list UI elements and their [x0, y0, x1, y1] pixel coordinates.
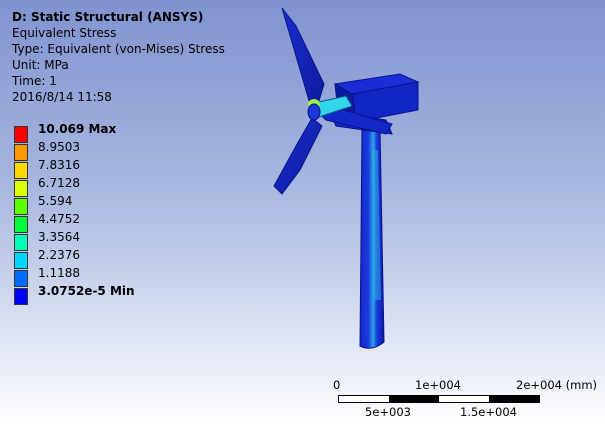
graphics-viewport[interactable]: D: Static Structural (ANSYS) Equivalent … [0, 0, 605, 426]
scale-label-5e3: 5e+003 [365, 405, 411, 419]
scale-track [338, 395, 540, 403]
scale-label-2e4: 2e+004 (mm) [516, 378, 598, 392]
wind-turbine-model[interactable] [0, 0, 605, 426]
scale-segment [439, 396, 489, 402]
scale-label-0: 0 [333, 378, 341, 392]
scale-label-1-5e4: 1.5e+004 [460, 405, 517, 419]
scale-segment [389, 396, 439, 402]
hub-center [307, 103, 321, 121]
blade-lower [273, 117, 323, 195]
scale-bar: 0 1e+004 2e+004 (mm) 5e+003 1.5e+004 [333, 378, 598, 419]
scale-label-1e4: 1e+004 [415, 378, 461, 392]
blade-upper [281, 7, 325, 105]
tower [359, 129, 385, 349]
scale-segment [339, 396, 389, 402]
scale-segment [489, 396, 539, 402]
